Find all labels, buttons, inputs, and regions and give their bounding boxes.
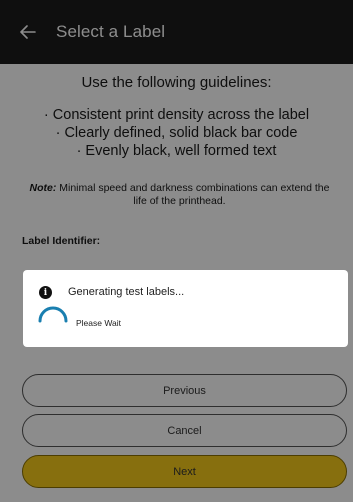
dialog-subtitle: Please Wait bbox=[76, 318, 122, 328]
progress-dialog: i Generating test labels... Please Wait bbox=[23, 270, 348, 347]
loading-spinner-icon bbox=[38, 306, 68, 323]
info-icon: i bbox=[39, 286, 52, 299]
modal-scrim bbox=[0, 0, 353, 502]
dialog-title: Generating test labels... bbox=[68, 286, 185, 298]
